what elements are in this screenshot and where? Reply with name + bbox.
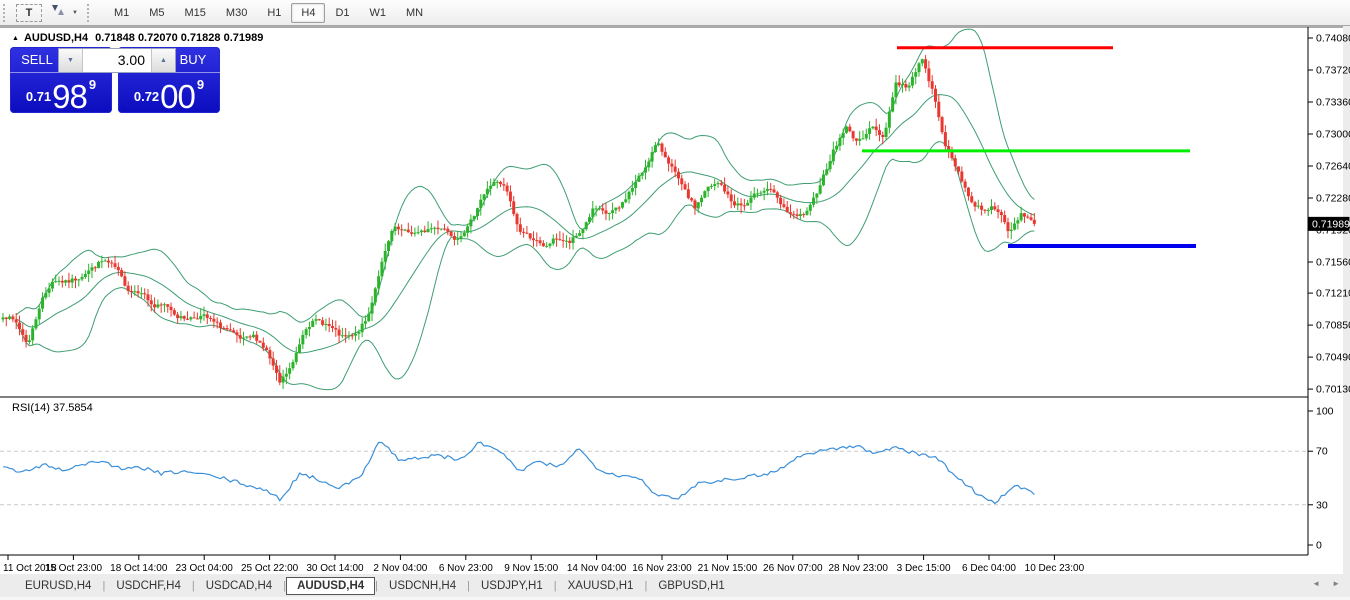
date-label: 9 Nov 15:00 [504,563,558,574]
toolbar: T ▼ M1M5M15M30H1H4D1W1MN [0,0,1350,26]
tab-usdcnh-h4[interactable]: USDCNH,H4 [378,577,467,595]
date-label: 2 Nov 04:00 [373,563,427,574]
volume-increase-button[interactable]: ▲ [151,49,175,72]
date-label: 26 Nov 07:00 [763,563,823,574]
price-axis-label: 0.71560 [1316,257,1350,269]
tab-usdcad-h4[interactable]: USDCAD,H4 [195,577,283,595]
buy-price-sup: 9 [197,77,204,92]
sell-price: 0.71989 [10,77,112,110]
timeframe-button-m30[interactable]: M30 [216,3,257,23]
timeframe-button-m1[interactable]: M1 [104,3,139,23]
price-axis-label: 0.72640 [1316,161,1350,173]
rsi-axis-label: 100 [1316,406,1334,418]
timeframe-button-m15[interactable]: M15 [175,3,216,23]
tab-xauusd-h1[interactable]: XAUUSD,H1 [557,577,645,595]
price-axis-label: 0.73360 [1316,97,1350,109]
date-label: 28 Nov 23:00 [828,563,888,574]
tab-usdjpy-h1[interactable]: USDJPY,H1 [470,577,554,595]
arrows-tool-icon [50,3,66,22]
price-axis-label: 0.70850 [1316,320,1350,332]
timeframe-button-m5[interactable]: M5 [139,3,174,23]
date-label: 30 Oct 14:00 [306,563,364,574]
date-label: 15 Oct 23:00 [45,563,103,574]
rsi-axis-label: 0 [1316,540,1322,552]
arrows-tool-button[interactable]: ▼ [46,3,82,23]
sell-button[interactable]: SELL [10,47,64,73]
current-price-label: 0.71989 [1312,218,1350,230]
rsi-axis-label: 70 [1316,446,1328,458]
date-label: 23 Oct 04:00 [176,563,234,574]
timeframe-button-h1[interactable]: H1 [257,3,291,23]
collapse-arrow-icon: ▲ [12,35,19,42]
volume-spinner[interactable]: ▼ 3.00 ▲ [58,48,176,73]
timeframe-button-h4[interactable]: H4 [291,3,325,23]
chart-header: ▲ AUDUSD,H4 0.71848 0.72070 0.71828 0.7198… [12,32,263,44]
timeframe-button-w1[interactable]: W1 [360,3,397,23]
price-axis-label: 0.74080 [1316,33,1350,45]
buy-price-big: 00 [160,83,195,110]
sell-price-sup: 9 [89,77,96,92]
date-label: 16 Nov 23:00 [632,563,692,574]
toolbar-grip-2[interactable] [87,4,93,22]
date-label: 21 Nov 15:00 [698,563,758,574]
tab-scroll-left-button[interactable]: ◄ [1312,579,1320,588]
chart-window: 0.740800.737200.733600.730000.726400.722… [0,26,1350,574]
tab-scroll-buttons: ◄ ► [1312,579,1340,588]
price-axis-label: 0.73720 [1316,65,1350,77]
date-label: 25 Oct 22:00 [241,563,299,574]
date-label: 10 Dec 23:00 [1025,563,1085,574]
price-axis-label: 0.70130 [1316,384,1350,396]
chart-symbol: AUDUSD,H4 [24,32,88,44]
volume-decrease-button[interactable]: ▼ [59,49,83,72]
price-axis-label: 0.70490 [1316,352,1350,364]
tab-gbpusd-h1[interactable]: GBPUSD,H1 [647,577,735,595]
price-axis-label: 0.71210 [1316,288,1350,300]
timeframe-buttons: M1M5M15M30H1H4D1W1MN [104,3,433,23]
chart-ohlc: 0.71848 0.72070 0.71828 0.71989 [95,32,263,44]
timeframe-button-d1[interactable]: D1 [325,3,359,23]
sell-price-prefix: 0.71 [26,89,51,104]
buy-price-prefix: 0.72 [134,89,159,104]
chart-tabs: EURUSD,H4|USDCHF,H4|USDCAD,H4|AUDUSD,H4|… [14,577,736,595]
volume-input[interactable]: 3.00 [83,49,151,72]
timeframe-button-mn[interactable]: MN [396,3,433,23]
date-label: 14 Nov 04:00 [567,563,627,574]
price-axis-label: 0.72280 [1316,193,1350,205]
buy-price: 0.72009 [118,77,220,110]
date-label: 6 Dec 04:00 [962,563,1016,574]
tab-scroll-right-button[interactable]: ► [1332,579,1340,588]
sell-price-big: 98 [52,83,87,110]
text-tool-button[interactable]: T [16,4,42,22]
chevron-down-icon: ▼ [72,10,78,16]
price-axis-label: 0.73000 [1316,129,1350,141]
rsi-indicator-label: RSI(14) 37.5854 [12,402,93,414]
one-click-trading-panel: SELL 0.71989 BUY 0.72009 ▼ 3.00 ▲ [10,47,228,115]
tab-eurusd-h4[interactable]: EURUSD,H4 [14,577,102,595]
date-label: 3 Dec 15:00 [897,563,951,574]
tab-usdchf-h4[interactable]: USDCHF,H4 [105,577,192,595]
date-label: 6 Nov 23:00 [439,563,493,574]
date-label: 18 Oct 14:00 [110,563,168,574]
toolbar-grip[interactable] [3,4,9,22]
chart-tab-bar: EURUSD,H4|USDCHF,H4|USDCAD,H4|AUDUSD,H4|… [0,574,1350,597]
tab-audusd-h4[interactable]: AUDUSD,H4 [286,577,375,595]
rsi-axis-label: 30 [1316,499,1328,511]
